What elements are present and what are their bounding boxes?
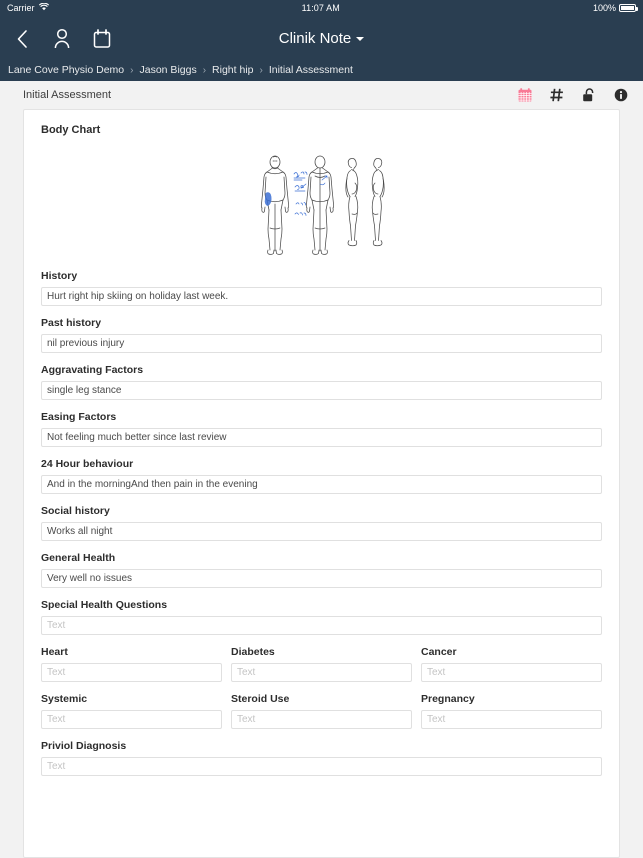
field-systemic: Systemic: [41, 693, 222, 729]
social-history-input[interactable]: [41, 522, 602, 541]
field-label: Priviol Diagnosis: [41, 740, 127, 752]
calendar-pink-icon[interactable]: [517, 87, 533, 103]
special-health-questions-input[interactable]: [41, 616, 602, 635]
field-social-history: Social history: [41, 505, 602, 541]
breadcrumb-item-note[interactable]: Initial Assessment: [269, 64, 353, 76]
unlock-icon[interactable]: [581, 87, 597, 103]
priviol-diagnosis-input[interactable]: [41, 757, 602, 776]
field-label: History: [41, 270, 78, 282]
breadcrumb-item-patient[interactable]: Jason Biggs: [140, 64, 197, 76]
field-24-hour-behaviour: 24 Hour behaviour: [41, 458, 602, 494]
field-label: Heart: [41, 646, 68, 658]
field-label: Systemic: [41, 693, 88, 705]
field-special-health-questions: Special Health Questions: [41, 599, 602, 635]
diabetes-input[interactable]: [231, 663, 412, 682]
assessment-form: History Past history Aggravating Factors…: [40, 270, 603, 776]
field-aggravating-factors: Aggravating Factors: [41, 364, 602, 400]
breadcrumb-item-clinic[interactable]: Lane Cove Physio Demo: [8, 64, 124, 76]
cancer-input[interactable]: [421, 663, 602, 682]
field-label: Steroid Use: [231, 693, 290, 705]
breadcrumb-separator-icon: ›: [130, 64, 134, 76]
app-root: Carrier 11:07 AM 100% Clinik Note Lane C…: [0, 0, 643, 858]
easing-factors-input[interactable]: [41, 428, 602, 447]
field-label: Cancer: [421, 646, 457, 658]
info-icon[interactable]: [613, 87, 629, 103]
breadcrumb-separator-icon: ›: [202, 64, 207, 76]
field-cancer: Cancer: [421, 646, 602, 682]
chevron-left-icon[interactable]: [10, 27, 34, 51]
battery-full-icon: [619, 4, 638, 12]
caret-down-icon[interactable]: [356, 36, 365, 41]
field-past-history: Past history: [41, 317, 602, 353]
field-heart: Heart: [41, 646, 222, 682]
field-diabetes: Diabetes: [231, 646, 412, 682]
app-title-text[interactable]: Clinik Note: [279, 30, 352, 47]
hash-icon[interactable]: [549, 87, 565, 103]
health-conditions-row-1: Heart Diabetes Cancer: [41, 646, 602, 682]
breadcrumb-item-condition[interactable]: Right hip: [212, 64, 253, 76]
general-health-input[interactable]: [41, 569, 602, 588]
field-easing-factors: Easing Factors: [41, 411, 602, 447]
wifi-icon: [38, 2, 49, 13]
past-history-input[interactable]: [41, 334, 602, 353]
field-label: Aggravating Factors: [41, 364, 144, 376]
aggravating-factors-input[interactable]: [41, 381, 602, 400]
navigation-bar: Clinik Note: [0, 16, 643, 61]
body-chart-diagram[interactable]: [40, 142, 603, 270]
status-bar-time: 11:07 AM: [301, 3, 340, 13]
field-label: Diabetes: [231, 646, 275, 658]
person-icon[interactable]: [50, 27, 74, 51]
pregnancy-input[interactable]: [421, 710, 602, 729]
breadcrumb-separator-icon: ›: [259, 64, 263, 76]
field-label: Social history: [41, 505, 110, 517]
battery-percent-label: 100%: [592, 3, 616, 13]
page-title: Initial Assessment: [23, 89, 112, 101]
field-label: General Health: [41, 552, 116, 564]
calendar-icon[interactable]: [90, 27, 114, 51]
24-hour-behaviour-input[interactable]: [41, 475, 602, 494]
status-bar: Carrier 11:07 AM 100%: [0, 0, 643, 16]
field-priviol-diagnosis: Priviol Diagnosis: [41, 740, 602, 776]
header-action-icons: [517, 87, 629, 103]
systemic-input[interactable]: [41, 710, 222, 729]
field-label: 24 Hour behaviour: [41, 458, 134, 470]
history-input[interactable]: [41, 287, 602, 306]
status-bar-left: Carrier: [7, 2, 49, 13]
field-label: Special Health Questions: [41, 599, 168, 611]
field-label: Easing Factors: [41, 411, 117, 423]
navigation-icon-group: [10, 27, 114, 51]
status-bar-right: 100%: [592, 3, 638, 13]
note-card: Body Chart History Hurt right hip skiing…: [23, 109, 620, 858]
field-general-health: General Health: [41, 552, 602, 588]
field-steroid-use: Steroid Use: [231, 693, 412, 729]
field-label: Past history: [41, 317, 102, 329]
heart-input[interactable]: [41, 663, 222, 682]
breadcrumb: Lane Cove Physio Demo › Jason Biggs › Ri…: [0, 61, 643, 81]
field-pregnancy: Pregnancy: [421, 693, 602, 729]
health-conditions-row-2: Systemic Steroid Use Pregnancy: [41, 693, 602, 729]
content-header: Initial Assessment: [0, 81, 643, 109]
scroll-area[interactable]: Body Chart History Hurt right hip skiing…: [0, 109, 643, 858]
carrier-label: Carrier: [7, 3, 35, 13]
steroid-use-input[interactable]: [231, 710, 412, 729]
field-label: Pregnancy: [421, 693, 475, 705]
field-history: History: [41, 270, 602, 306]
body-chart-title: Body Chart: [41, 124, 101, 136]
